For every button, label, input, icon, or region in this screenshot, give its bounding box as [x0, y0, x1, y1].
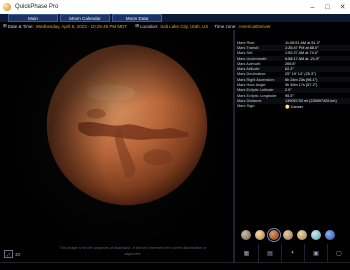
tab-main-label: Main — [28, 15, 38, 21]
data-row-label: Mars Distance: — [237, 98, 263, 103]
window-title: QuickPhase Pro — [15, 4, 59, 10]
planet-selector — [235, 228, 350, 242]
data-row-value: 2:26:47 PM at 68.0° — [285, 45, 319, 50]
location-icon: ⊞ — [135, 23, 139, 28]
status-strip — [0, 262, 350, 270]
location-label: Location: — [139, 23, 159, 29]
data-row-value: 62.2° — [285, 67, 294, 72]
grid-icon: ▦ — [243, 250, 250, 257]
minimize-button[interactable]: – — [305, 0, 320, 14]
timezone-label: Time zone: — [214, 23, 237, 29]
data-row-label: Mars Sign: — [237, 104, 256, 109]
data-row-value: 95.5° — [285, 93, 294, 98]
planet-neptune-thumbnail[interactable] — [325, 230, 335, 240]
data-row-label: Mars Rise: — [237, 40, 256, 45]
date-value[interactable]: Wednesday, April 5, 2023 - 10:25:49 PM M… — [36, 24, 127, 29]
data-row-label: Mars Ecliptic Latitude: — [237, 88, 275, 93]
timezone-value[interactable]: America/Denver — [239, 24, 271, 29]
planet-venus-thumbnail[interactable] — [255, 230, 265, 240]
date-label: Date & Time: — [7, 23, 34, 29]
planet-view[interactable]: This image is for the purposes of illust… — [0, 30, 233, 262]
data-row-value: 6h 24m 23s (96.1°) — [285, 77, 318, 82]
grid-button[interactable]: ▦ — [235, 244, 258, 262]
data-row-label: Mars Hour Angle: — [237, 83, 267, 88]
info-bar: ⊞ Date & Time: Wednesday, April 5, 2023 … — [0, 22, 350, 30]
close-button[interactable]: ✕ — [335, 0, 350, 14]
planet-uranus-thumbnail[interactable] — [311, 230, 321, 240]
tab-moon-calendar-label: Moon Calendar — [69, 15, 101, 21]
data-row-label: Mars Transit: — [237, 45, 259, 50]
data-row-value: 11:05:51 AM at 51.3° — [285, 40, 321, 45]
tab-moon-data[interactable]: Moon Data — [112, 14, 162, 22]
data-row-label: Mars Altitude: — [237, 67, 261, 72]
illustration-disclaimer: This image is for the purposes of illust… — [59, 246, 207, 256]
zoom-label: 3D — [15, 251, 21, 257]
zoom-control[interactable]: ⤢ 3D — [4, 250, 20, 258]
maximize-button[interactable]: □ — [320, 0, 335, 14]
planet-jupiter-thumbnail[interactable] — [283, 230, 293, 240]
app-icon — [3, 3, 11, 11]
data-row: Mars Sign: ♋ Cancer — [235, 104, 350, 109]
planet-mars-thumbnail[interactable] — [267, 228, 281, 242]
datetime-icon: ⊞ — [3, 23, 7, 28]
data-row-value: 139057/33 mi (225897425 km) — [285, 98, 337, 103]
data-row-value: 6:58:17 AM at -21.9° — [285, 56, 320, 61]
data-row-value: 25° 19' 14" (25.3°) — [285, 72, 316, 77]
data-row-label: Mars Set: — [237, 51, 254, 56]
panel-footer: ▦ ▤ ◐ ▣ ▢ — [235, 244, 350, 262]
location-value[interactable]: Salt Lake City, Utah, US — [160, 24, 208, 29]
zoom-icon[interactable]: ⤢ — [4, 250, 13, 258]
planet-mercury-thumbnail[interactable] — [241, 230, 251, 240]
list-icon: ▤ — [267, 250, 273, 257]
mars-planet-image — [46, 44, 208, 206]
data-row-value: 2.0° — [285, 88, 292, 93]
title-bar: QuickPhase Pro – □ ✕ — [0, 0, 350, 14]
moon-icon: ◐ — [291, 250, 295, 256]
tab-main[interactable]: Main — [8, 14, 58, 22]
info-button[interactable]: ▢ — [327, 244, 350, 262]
tab-moon-data-label: Moon Data — [125, 15, 149, 21]
data-row-label: Mars Right Ascension: — [237, 77, 275, 82]
planet-saturn-thumbnail[interactable] — [297, 230, 307, 240]
data-row-value: 3h 49m 17s (57.2°) — [285, 83, 318, 88]
nav-bar: Main Moon Calendar Moon Data — [0, 14, 350, 22]
calendar-button[interactable]: ▣ — [304, 244, 327, 262]
data-row-value: 269.8° — [285, 61, 297, 66]
data-row-label: Mars Declination: — [237, 72, 267, 77]
data-row-label: Mars Underneath: — [237, 56, 268, 61]
calendar-icon: ▣ — [313, 250, 319, 257]
data-row-value: 1:52:27 AM at 74.0° — [285, 51, 319, 56]
data-row-label: Mars Ecliptic Longitude: — [237, 93, 278, 98]
data-row-value: ♋ Cancer — [285, 104, 304, 109]
info-icon: ▢ — [336, 250, 342, 257]
mars-data-list: Mars Rise: 11:05:51 AM at 51.3° Mars Trans… — [235, 40, 350, 109]
list-button[interactable]: ▤ — [258, 244, 281, 262]
tab-moon-calendar[interactable]: Moon Calendar — [60, 14, 110, 22]
data-row-label: Mars Azimuth: — [237, 61, 262, 66]
data-panel: Mars Rise: 11:05:51 AM at 51.3° Mars Trans… — [235, 30, 350, 262]
moon-button[interactable]: ◐ — [281, 244, 304, 262]
